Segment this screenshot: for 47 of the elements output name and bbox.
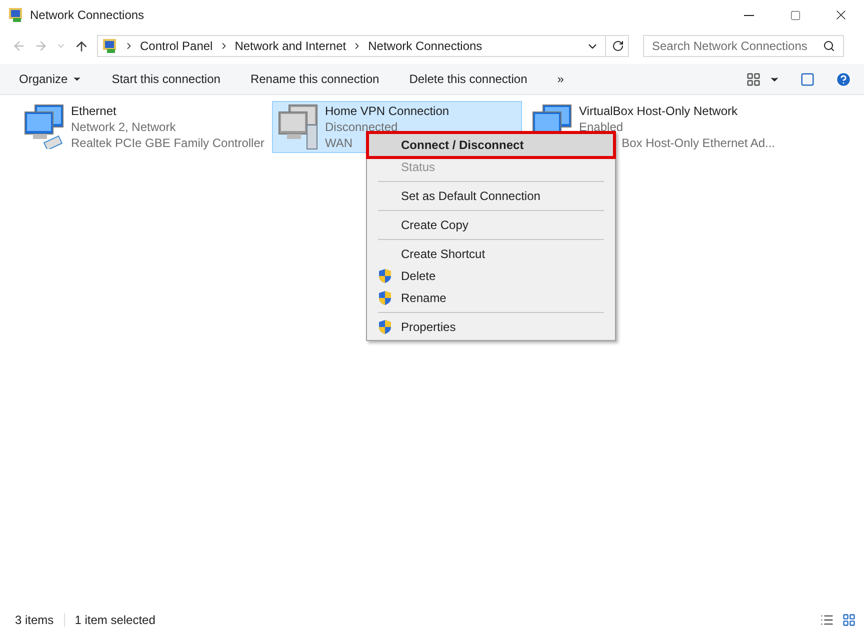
address-bar[interactable]: Control Panel Network and Internet Network Connections — [97, 35, 629, 57]
connection-device: Box Host-Only Ethernet Ad... — [622, 135, 775, 151]
connection-item[interactable]: Ethernet Network 2, Network Realtek PCIe GBE Family Controller — [18, 101, 268, 153]
control-panel-icon — [102, 38, 118, 54]
connection-status: Disconnected — [325, 119, 399, 135]
shield-icon — [377, 290, 393, 306]
help-icon[interactable] — [835, 70, 852, 88]
maximize-icon — [790, 10, 800, 20]
connection-status: Network 2, Network — [71, 119, 177, 135]
search-icon — [823, 40, 835, 52]
menu-item[interactable]: Rename — [369, 287, 613, 309]
view-options-icon[interactable] — [746, 72, 761, 86]
connection-name: Ethernet — [71, 103, 118, 119]
toolbar-button[interactable]: » — [557, 70, 564, 88]
preview-pane-icon[interactable] — [800, 72, 815, 86]
connection-device: Realtek PCIe GBE Family Controller — [71, 135, 264, 151]
large-icons-view-icon[interactable] — [842, 613, 856, 627]
connection-name: VirtualBox Host-Only Network — [579, 103, 738, 119]
refresh-icon[interactable] — [612, 40, 624, 52]
toolbar-button[interactable]: Start this connection — [112, 70, 220, 88]
toolbar-button[interactable]: Delete this connection — [409, 70, 528, 88]
window-title: Network Connections — [30, 7, 144, 24]
menu-item[interactable]: Create Copy — [369, 214, 613, 236]
network-cable-monitors-icon — [23, 103, 65, 149]
menu-item[interactable]: Delete — [369, 265, 613, 287]
toolbar-button[interactable]: Organize — [19, 70, 82, 88]
shield-icon — [377, 268, 393, 284]
selection-count: 1 item selected — [74, 612, 156, 629]
search-field[interactable]: Search Network Connections — [643, 35, 844, 57]
menu-item[interactable]: Connect / Disconnect — [369, 134, 613, 156]
menu-item[interactable]: Set as Default Connection — [369, 185, 613, 207]
item-count: 3 items — [15, 612, 54, 629]
minimize-icon — [744, 14, 754, 16]
control-panel-icon — [8, 7, 24, 23]
menu-item[interactable]: Properties — [369, 316, 613, 338]
connection-name: Home VPN Connection — [325, 103, 450, 119]
toolbar-button[interactable]: Rename this connection — [250, 70, 380, 88]
connection-status: Enabled — [579, 119, 624, 135]
menu-item[interactable]: Create Shortcut — [369, 243, 613, 265]
breadcrumb[interactable]: Control Panel — [140, 37, 213, 55]
up-icon[interactable] — [74, 38, 89, 54]
server-monitors-icon — [277, 103, 319, 150]
breadcrumb[interactable]: Network Connections — [368, 37, 482, 55]
shield-icon — [377, 319, 393, 335]
connection-device: WAN — [325, 135, 353, 151]
details-view-icon[interactable] — [820, 613, 834, 627]
breadcrumb[interactable]: Network and Internet — [234, 37, 346, 55]
